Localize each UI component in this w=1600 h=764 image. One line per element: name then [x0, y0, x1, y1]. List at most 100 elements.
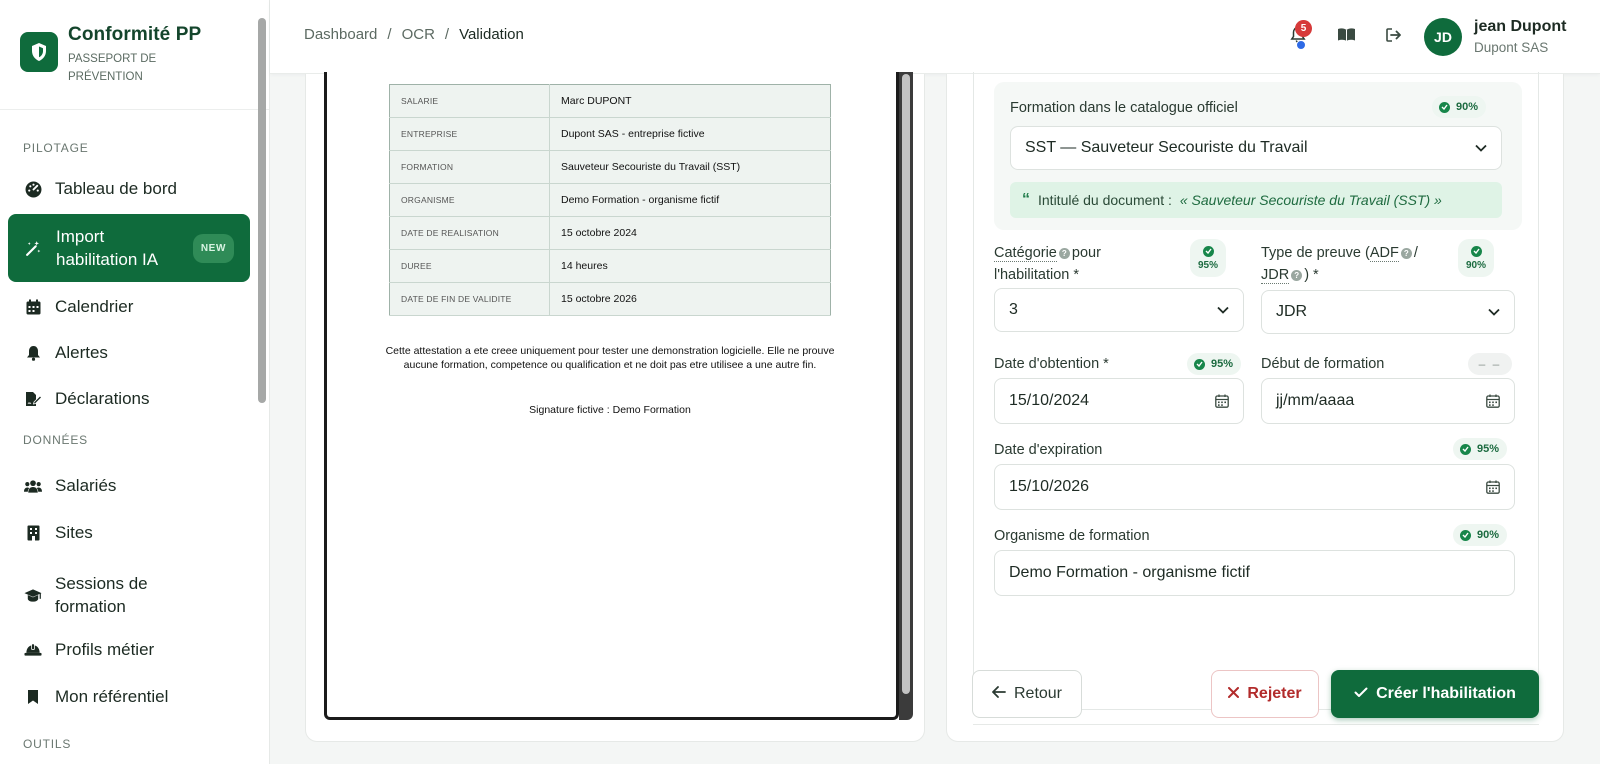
category-label-a: Catégorie — [994, 245, 1057, 262]
date-expiration-value: 15/10/2026 — [1009, 478, 1090, 495]
create-habilitation-button[interactable]: Créer l'habilitation — [1331, 670, 1539, 718]
chevron-down-icon — [1488, 308, 1500, 316]
sidebar-item-declarations[interactable]: Déclarations — [0, 379, 258, 419]
sidebar-item-label: Tableau de bord — [55, 179, 177, 198]
brand[interactable]: Conformité PP PASSEPORT DE PRÉVENTION — [0, 0, 269, 110]
confidence-value: 90% — [1466, 259, 1487, 271]
help-icon[interactable]: ? — [1058, 248, 1070, 259]
category-select[interactable]: 3 — [994, 288, 1244, 332]
attestation-row: ENTREPRISE Dupont SAS - entreprise fictiv… — [389, 117, 831, 151]
confidence-badge: 95% — [1190, 239, 1227, 277]
sidebar-item-salaries[interactable]: Salariés — [0, 466, 258, 506]
catalog-label: Formation dans le catalogue officiel — [1010, 100, 1238, 116]
confidence-badge: 95% — [1187, 353, 1242, 375]
sidebar-item-calendar[interactable]: Calendrier — [0, 287, 258, 327]
date-expiration-input[interactable]: 15/10/2026 — [994, 464, 1515, 510]
calendar-icon[interactable] — [1215, 394, 1229, 408]
proof-type-label-a: Type de preuve ( — [1261, 245, 1370, 261]
attestation-key: DUREE — [389, 249, 550, 283]
attestation-key: SALARIE — [389, 84, 550, 118]
chevron-down-icon — [1217, 306, 1229, 314]
sidebar-item-alerts[interactable]: Alertes — [0, 333, 258, 373]
sidebar-item-label: Mon référentiel — [55, 687, 169, 706]
sidebar-scrollbar-thumb[interactable] — [258, 18, 266, 403]
date-obtention-input[interactable]: 15/10/2024 — [994, 378, 1244, 424]
users-icon — [24, 477, 42, 495]
arrow-left-icon — [992, 685, 1006, 703]
attestation-signature: Signature fictive : Demo Formation — [529, 404, 691, 416]
brand-subtitle: PASSEPORT DE PRÉVENTION — [68, 53, 157, 83]
sidebar-item-dashboard[interactable]: Tableau de bord — [0, 169, 258, 209]
file-signature-icon — [24, 390, 42, 408]
check-icon — [1202, 245, 1214, 257]
hard-hat-icon — [24, 641, 42, 659]
attestation-row: FORMATION Sauveteur Secouriste du Travail… — [389, 150, 831, 184]
document-scrollbar-thumb[interactable] — [902, 74, 910, 694]
help-icon[interactable]: ? — [1400, 248, 1412, 259]
notifications-button[interactable]: 5 — [1287, 20, 1312, 50]
sidebar-item-label: Calendrier — [55, 297, 134, 316]
attestation-table: SALARIE Marc DUPONT ENTREPRISE Dupont SAS -… — [389, 84, 831, 316]
sidebar-item-label: Sessions de formation — [55, 574, 148, 616]
date-debut-label: Début de formation — [1261, 356, 1385, 372]
brand-title: Conformité PP — [68, 24, 202, 45]
organisme-value: Demo Formation - organisme fictif — [1009, 564, 1250, 581]
breadcrumb: Dashboard / OCR / Validation — [304, 26, 524, 43]
date-obtention-value: 15/10/2024 — [1009, 392, 1090, 409]
category-select-value: 3 — [1009, 301, 1018, 318]
attestation-row: DATE DE FIN DE VALIDITE 15 octobre 2026 — [389, 282, 831, 316]
logout-button[interactable] — [1383, 26, 1405, 48]
bell-icon — [24, 344, 42, 362]
user-name: jean Dupont — [1474, 18, 1567, 35]
reject-button-label: Rejeter — [1247, 685, 1302, 702]
breadcrumb-dashboard[interactable]: Dashboard — [304, 26, 377, 43]
date-expiration-label: Date d'expiration — [994, 442, 1103, 458]
sidebar: Conformité PP PASSEPORT DE PRÉVENTION PI… — [0, 0, 270, 764]
breadcrumb-ocr[interactable]: OCR — [402, 26, 435, 43]
sidebar-item-referentiel[interactable]: Mon référentiel — [0, 677, 258, 717]
sidebar-scrollbar[interactable] — [258, 4, 266, 760]
category-label-c: l'habilitation * — [994, 267, 1079, 283]
sidebar-item-label: Import habilitation IA — [56, 227, 159, 269]
breadcrumb-current: Validation — [459, 26, 524, 43]
doc-title-label: Intitulé du document : — [1038, 192, 1172, 208]
confidence-badge: 90% — [1453, 524, 1508, 546]
organisme-input[interactable]: Demo Formation - organisme fictif — [994, 550, 1515, 596]
reject-button[interactable]: Rejeter — [1211, 670, 1319, 718]
proof-type-label-b: / — [1413, 245, 1418, 261]
validation-form-panel: Formation dans le catalogue officiel 90%… — [946, 72, 1564, 742]
document-scrollbar[interactable] — [899, 72, 913, 720]
calendar-icon[interactable] — [1486, 394, 1500, 408]
sidebar-item-sites[interactable]: Sites — [0, 513, 258, 553]
book-open-icon — [1337, 27, 1356, 47]
check-icon — [1194, 358, 1205, 370]
breadcrumb-separator: / — [444, 26, 450, 43]
sidebar-item-profils[interactable]: Profils métier — [0, 630, 258, 670]
sidebar-item-import-ia[interactable]: Import habilitation IA NEW — [8, 214, 250, 282]
status-dot — [1296, 40, 1306, 50]
help-icon[interactable]: ? — [1291, 270, 1303, 281]
back-button[interactable]: Retour — [972, 670, 1082, 718]
attestation-value: 15 octobre 2026 — [549, 282, 831, 316]
avatar[interactable]: JD — [1424, 18, 1462, 56]
category-label: Catégorie? pour l'habilitation * — [994, 242, 1184, 286]
date-debut-input[interactable]: jj/mm/aaaa — [1261, 378, 1515, 424]
calendar-icon — [24, 298, 42, 316]
quote-icon: “ — [1022, 191, 1030, 208]
confidence-badge: 90% — [1432, 96, 1487, 118]
attestation-row: DUREE 14 heures — [389, 249, 831, 283]
catalog-select[interactable]: SST — Sauveteur Secouriste du Travail — [1010, 126, 1502, 170]
date-obtention-label: Date d'obtention * — [994, 356, 1109, 372]
jdr-term: JDR — [1261, 267, 1290, 284]
document-viewer[interactable]: SALARIE Marc DUPONT ENTREPRISE Dupont SAS -… — [324, 72, 899, 720]
sidebar-item-sessions[interactable]: Sessions de formation — [0, 569, 258, 621]
docs-button[interactable] — [1335, 26, 1357, 48]
top-header: Dashboard / OCR / Validation 5 JD jean D… — [270, 0, 1600, 74]
calendar-icon[interactable] — [1486, 480, 1500, 494]
attestation-value: Dupont SAS - entreprise fictive — [549, 117, 831, 151]
section-label-pilotage: PILOTAGE — [23, 141, 89, 155]
confidence-value: 95% — [1211, 358, 1234, 370]
confidence-value: 95% — [1198, 259, 1219, 271]
attestation-key: ENTREPRISE — [389, 117, 550, 151]
proof-type-select[interactable]: JDR — [1261, 290, 1515, 334]
